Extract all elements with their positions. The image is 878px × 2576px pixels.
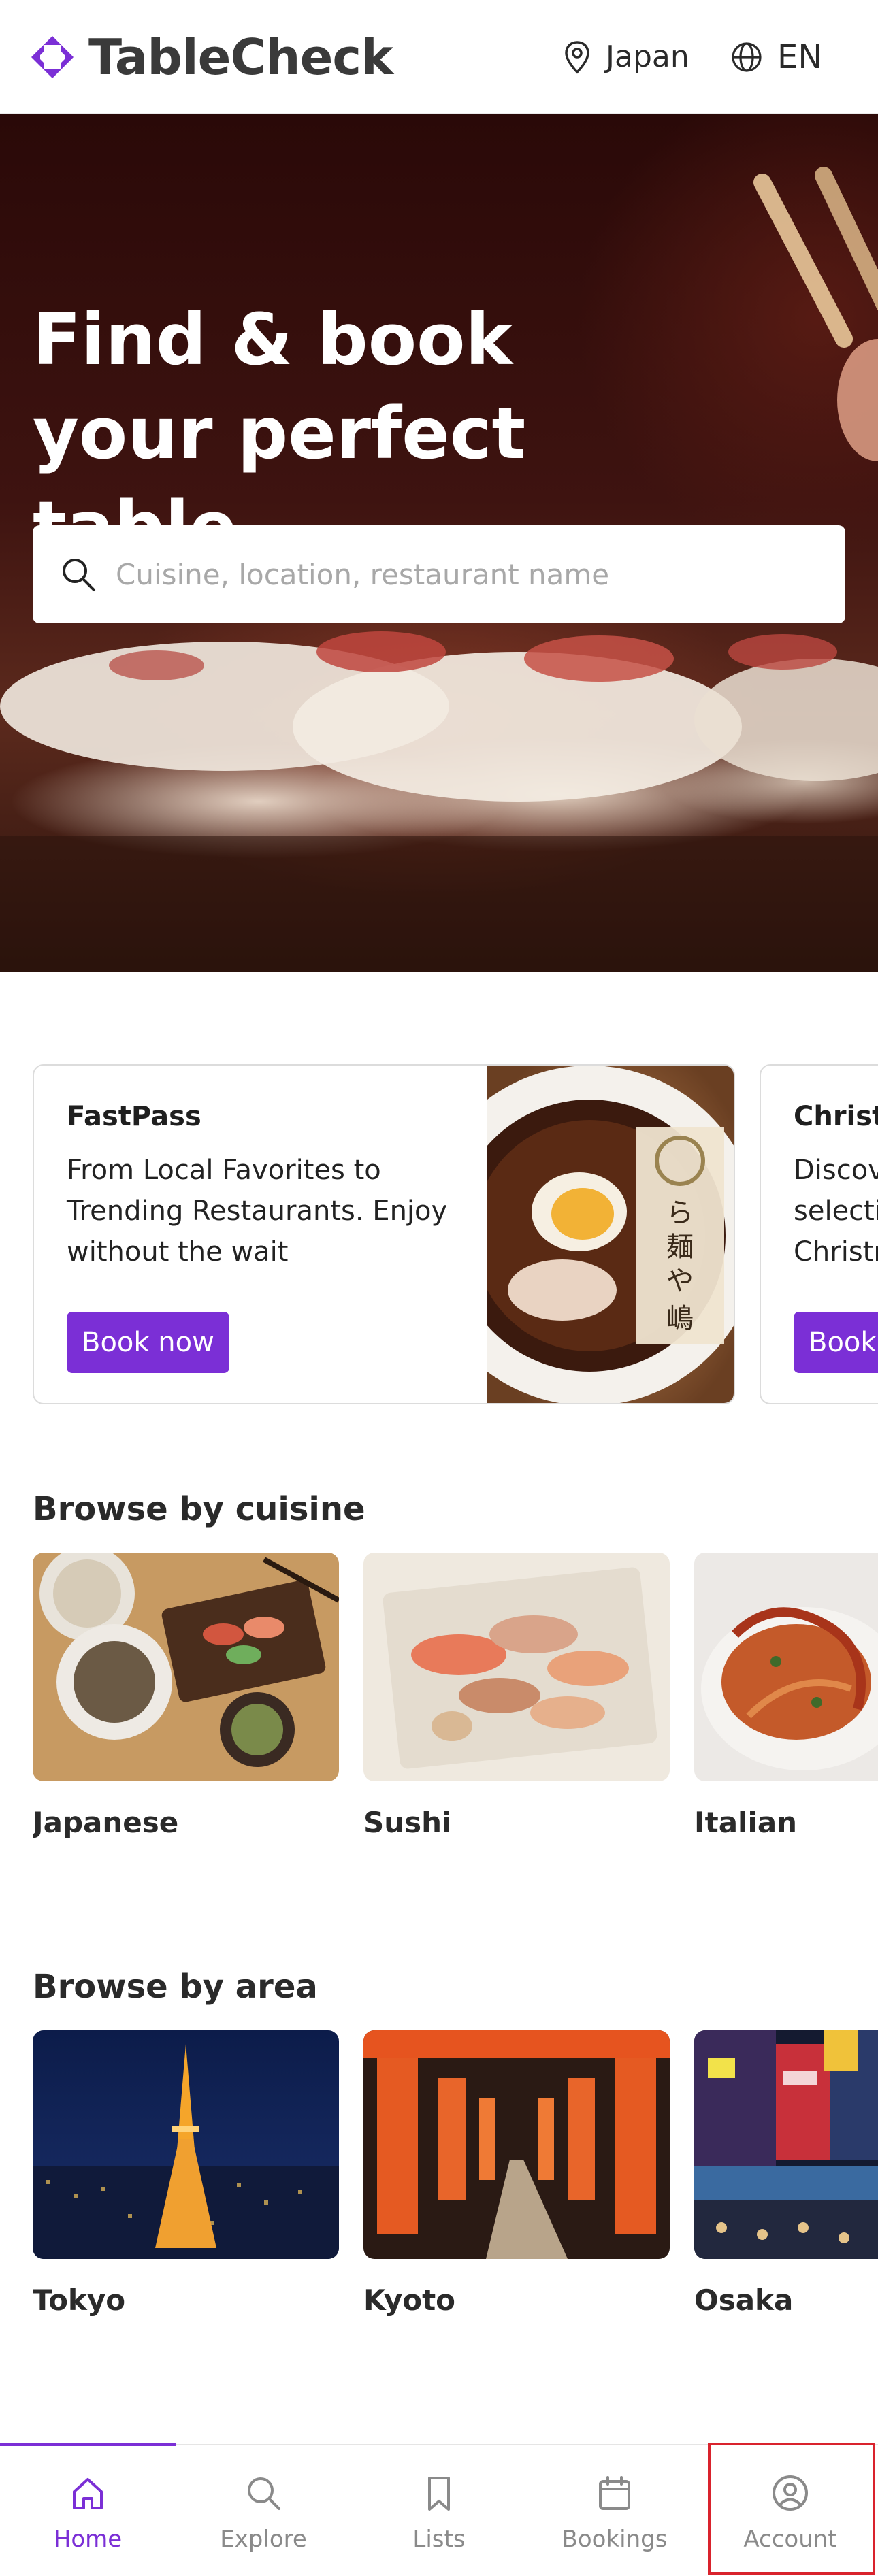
italian-food-image [694,1553,878,1781]
svg-text:嶋: 嶋 [666,1303,694,1334]
book-now-button[interactable]: Book now [67,1312,229,1373]
area-label: Kyoto [363,2283,456,2317]
nav-home[interactable]: Home [0,2445,176,2576]
bottom-navigation: Home Explore Lists Bookings Account [0,2443,878,2576]
top-header: TableCheck Japan EN [0,0,878,114]
promo-carousel[interactable]: FastPass From Local Favorites to Trendin… [33,1064,878,1406]
nav-account[interactable]: Account [702,2445,878,2576]
hero-banner: Find & book your perfect table. [0,114,878,972]
cuisine-carousel[interactable]: Japanese Sushi Italian [33,1553,878,1852]
cuisine-label: Sushi [363,1806,452,1839]
tokyo-tower-image [33,2030,339,2259]
cuisine-label: Japanese [33,1806,179,1839]
country-selector[interactable]: Japan [564,35,689,79]
promo-description: From Local Favorites to Trending Restaur… [67,1155,448,1268]
nav-bookings-label: Bookings [562,2526,668,2553]
cuisine-tile-sushi[interactable]: Sushi [363,1553,670,1839]
book-now-button[interactable]: Book now [794,1312,878,1373]
brand-name: TableCheck [88,29,393,86]
area-tile-tokyo[interactable]: Tokyo [33,2030,339,2317]
promo-title: Christmas [794,1101,878,1132]
kyoto-torii-image [363,2030,670,2259]
calendar-icon [599,2476,630,2510]
map-pin-icon [565,41,589,74]
country-label: Japan [606,39,689,74]
bookmark-icon [428,2477,450,2511]
nav-explore-label: Explore [220,2526,307,2553]
sushi-image [363,1553,670,1781]
svg-text:ら: ら [666,1198,694,1229]
home-icon [73,2478,103,2509]
area-carousel[interactable]: Tokyo Kyoto Osaka [33,2030,878,2330]
tablecheck-logo-icon [31,36,74,78]
promo-title: FastPass [67,1101,201,1132]
area-label: Osaka [694,2283,794,2317]
promo-card-fastpass[interactable]: FastPass From Local Favorites to Trendin… [33,1064,735,1404]
cuisine-tile-japanese[interactable]: Japanese [33,1553,339,1839]
language-label: EN [777,38,823,76]
search-input[interactable] [114,557,825,592]
area-tile-osaka[interactable]: Osaka [694,2030,878,2317]
search-icon [63,559,95,591]
osaka-dotonbori-image [694,2030,878,2259]
nav-lists[interactable]: Lists [351,2445,527,2576]
area-label: Tokyo [33,2283,126,2317]
cuisine-tile-italian[interactable]: Italian [694,1553,878,1839]
search-bar[interactable] [33,525,845,623]
nav-explore[interactable]: Explore [176,2445,351,2576]
nav-account-label: Account [743,2526,837,2553]
svg-text:や: や [666,1266,694,1297]
cuisine-label: Italian [694,1806,798,1839]
area-section-title: Browse by area [33,1968,318,2006]
user-circle-icon [773,2475,808,2511]
nav-lists-label: Lists [412,2526,466,2553]
promo-description: Discover a selection of Christmas [794,1155,878,1268]
nav-home-label: Home [53,2526,123,2553]
language-selector[interactable]: EN [731,35,822,79]
nav-bookings[interactable]: Bookings [527,2445,702,2576]
area-tile-kyoto[interactable]: Kyoto [363,2030,670,2317]
japanese-food-image [33,1553,339,1781]
brand-logo[interactable]: TableCheck [30,30,393,84]
svg-text:麺: 麺 [666,1232,694,1263]
ramen-bowl-image: ら 麺 や 嶋 [487,1066,734,1403]
promo-card-christmas[interactable]: Christmas Discover a selection of Christ… [760,1064,878,1404]
cuisine-section-title: Browse by cuisine [33,1490,365,1528]
search-icon [248,2477,280,2510]
globe-icon [732,42,762,72]
